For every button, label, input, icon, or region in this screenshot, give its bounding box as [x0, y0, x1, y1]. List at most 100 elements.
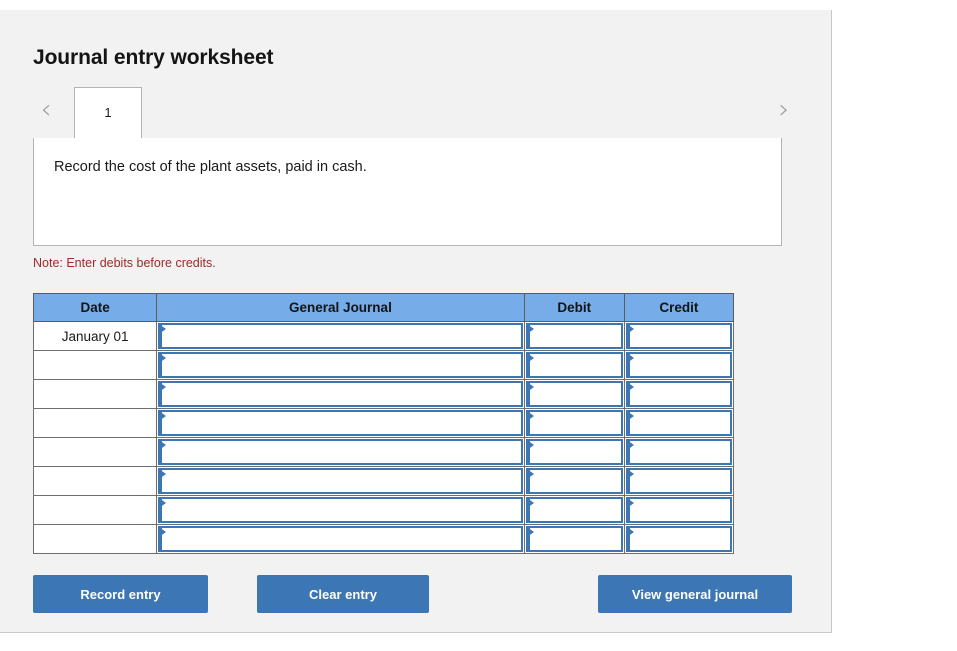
journal-credit-input-wrapper: [625, 409, 733, 437]
table-row: [32, 379, 735, 409]
journal-credit-input-wrapper: [625, 351, 733, 379]
table-header-row: Date General Journal Debit Credit: [32, 293, 735, 322]
journal-date-cell[interactable]: January 01: [32, 321, 158, 351]
debits-before-credits-note: Note: Enter debits before credits.: [33, 256, 216, 270]
journal-credit-input[interactable]: [625, 352, 732, 378]
previous-entry-chevron-icon[interactable]: ‹: [33, 94, 59, 126]
journal-account-input-wrapper: [157, 467, 524, 495]
journal-credit-input-cell: [623, 466, 735, 496]
journal-account-input[interactable]: [158, 352, 523, 378]
table-row: [32, 350, 735, 380]
journal-credit-input[interactable]: [625, 497, 732, 523]
journal-account-input-wrapper: [157, 496, 524, 524]
journal-account-input-wrapper: [157, 380, 524, 408]
journal-date-cell[interactable]: [32, 408, 158, 438]
journal-credit-input[interactable]: [625, 410, 732, 436]
journal-credit-input-cell: [623, 350, 735, 380]
journal-debit-input[interactable]: [525, 410, 623, 436]
journal-account-input-cell: [156, 466, 525, 496]
journal-debit-input[interactable]: [525, 323, 623, 349]
journal-account-input-wrapper: [157, 322, 524, 350]
journal-credit-input[interactable]: [625, 323, 732, 349]
tab-strip: ‹ 1 ›: [33, 86, 798, 139]
table-row: [32, 495, 735, 525]
journal-account-input-wrapper: [157, 351, 524, 379]
journal-credit-input-wrapper: [625, 380, 733, 408]
journal-debit-input-cell: [523, 524, 625, 554]
journal-account-input-wrapper: [157, 438, 524, 466]
journal-credit-input[interactable]: [625, 468, 732, 494]
journal-credit-input-wrapper: [625, 467, 733, 495]
journal-debit-input-cell: [523, 379, 625, 409]
journal-debit-input[interactable]: [525, 439, 623, 465]
record-entry-button[interactable]: Record entry: [33, 575, 208, 613]
journal-debit-input-cell: [523, 437, 625, 467]
clear-entry-button[interactable]: Clear entry: [257, 575, 429, 613]
journal-debit-input-wrapper: [525, 525, 624, 553]
journal-debit-input[interactable]: [525, 352, 623, 378]
journal-debit-input[interactable]: [525, 497, 623, 523]
journal-credit-input-wrapper: [625, 496, 733, 524]
journal-account-input[interactable]: [158, 381, 523, 407]
journal-debit-input-wrapper: [525, 409, 624, 437]
journal-credit-input[interactable]: [625, 439, 732, 465]
table-row: January 01: [32, 321, 735, 351]
journal-date-cell[interactable]: [32, 379, 158, 409]
tab-entry-1[interactable]: 1: [74, 87, 142, 139]
journal-date-cell[interactable]: [32, 495, 158, 525]
journal-account-input[interactable]: [158, 410, 523, 436]
page-title: Journal entry worksheet: [33, 46, 274, 70]
journal-debit-input[interactable]: [525, 468, 623, 494]
next-entry-chevron-icon[interactable]: ›: [771, 94, 797, 126]
journal-account-input-cell: [156, 321, 525, 351]
journal-date-cell[interactable]: [32, 524, 158, 554]
journal-debit-input-wrapper: [525, 380, 624, 408]
journal-debit-input-cell: [523, 495, 625, 525]
journal-credit-input-cell: [623, 408, 735, 438]
journal-credit-input-wrapper: [625, 525, 733, 553]
journal-account-input[interactable]: [158, 439, 523, 465]
table-row: [32, 524, 735, 554]
journal-date-cell[interactable]: [32, 466, 158, 496]
journal-credit-input[interactable]: [625, 381, 732, 407]
journal-account-input-cell: [156, 350, 525, 380]
journal-account-input[interactable]: [158, 497, 523, 523]
journal-account-input-cell: [156, 379, 525, 409]
journal-credit-input[interactable]: [625, 526, 732, 552]
journal-account-input-wrapper: [157, 409, 524, 437]
table-row: [32, 437, 735, 467]
journal-account-input[interactable]: [158, 323, 523, 349]
journal-credit-input-cell: [623, 437, 735, 467]
journal-account-input[interactable]: [158, 526, 523, 552]
journal-account-input-cell: [156, 408, 525, 438]
journal-debit-input-cell: [523, 408, 625, 438]
column-header-credit: Credit: [623, 293, 735, 322]
journal-credit-input-wrapper: [625, 322, 733, 350]
worksheet-panel: Journal entry worksheet ‹ 1 › Record the…: [0, 10, 832, 633]
journal-debit-input-cell: [523, 350, 625, 380]
journal-debit-input[interactable]: [525, 526, 623, 552]
journal-debit-input-wrapper: [525, 351, 624, 379]
journal-debit-input-wrapper: [525, 496, 624, 524]
journal-debit-input-wrapper: [525, 438, 624, 466]
column-header-general-journal: General Journal: [156, 293, 525, 322]
journal-account-input-cell: [156, 495, 525, 525]
view-general-journal-button[interactable]: View general journal: [598, 575, 792, 613]
table-row: [32, 408, 735, 438]
journal-credit-input-cell: [623, 495, 735, 525]
entry-description-panel: Record the cost of the plant assets, pai…: [33, 138, 782, 246]
journal-date-cell[interactable]: [32, 350, 158, 380]
journal-date-cell[interactable]: [32, 437, 158, 467]
journal-credit-input-cell: [623, 321, 735, 351]
journal-credit-input-cell: [623, 524, 735, 554]
journal-debit-input-wrapper: [525, 467, 624, 495]
journal-credit-input-cell: [623, 379, 735, 409]
journal-debit-input-cell: [523, 321, 625, 351]
journal-debit-input[interactable]: [525, 381, 623, 407]
table-row: [32, 466, 735, 496]
entry-description-text: Record the cost of the plant assets, pai…: [54, 159, 367, 175]
journal-account-input-cell: [156, 437, 525, 467]
journal-credit-input-wrapper: [625, 438, 733, 466]
journal-account-input[interactable]: [158, 468, 523, 494]
journal-debit-input-cell: [523, 466, 625, 496]
